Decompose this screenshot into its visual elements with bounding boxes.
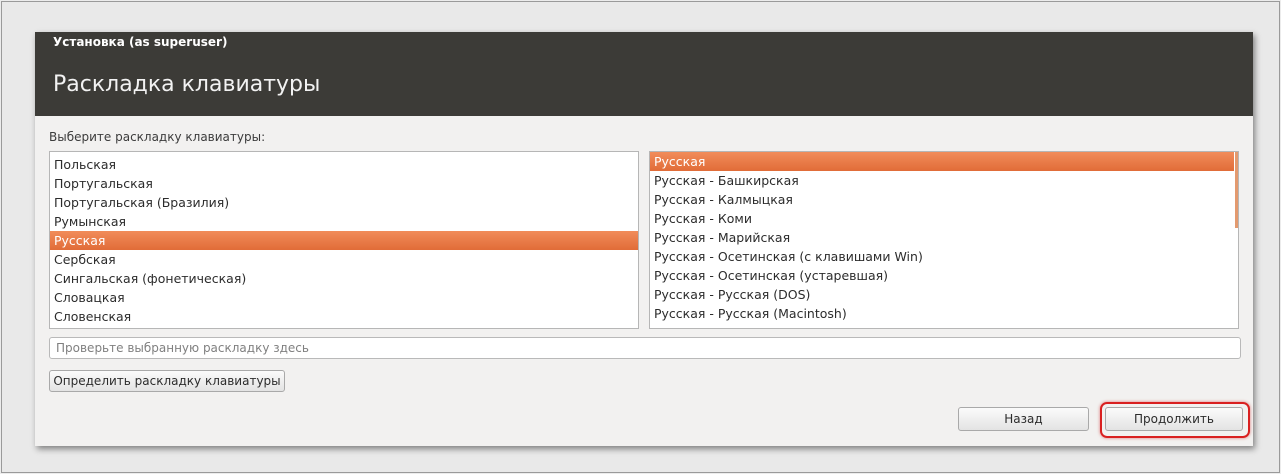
list-item[interactable]: Польская (50, 155, 638, 174)
list-item[interactable]: Русская - Осетинская (с клавишами Win) (650, 247, 1234, 266)
list-item[interactable]: Русская - Марийская (650, 228, 1234, 247)
list-item[interactable]: Румынская (50, 212, 638, 231)
list-item[interactable]: Русская - Осетинская (устаревшая) (650, 266, 1234, 285)
list-item[interactable]: Португальская (Бразилия) (50, 193, 638, 212)
list-item[interactable]: Словенская (50, 307, 638, 326)
list-item[interactable]: Русская - Калмыцкая (650, 190, 1234, 209)
window-header: Установка (as superuser) Раскладка клави… (35, 32, 1253, 116)
page-title: Раскладка клавиатуры (53, 72, 321, 97)
variant-list[interactable]: Русская Русская - Башкирская Русская - Кал… (649, 151, 1239, 329)
list-item-selected[interactable]: Русская (650, 152, 1234, 171)
variant-list-scrollbar[interactable] (1235, 152, 1238, 228)
list-item[interactable]: Сингальская (фонетическая) (50, 269, 638, 288)
list-item[interactable]: Русская - Башкирская (650, 171, 1234, 190)
detect-layout-button[interactable]: Определить раскладку клавиатуры (49, 370, 285, 392)
list-item[interactable]: Русская - Русская (Macintosh) (650, 304, 1234, 323)
list-item[interactable]: Русская - Русская (DOS) (650, 285, 1234, 304)
layout-list[interactable]: Польская Португальская Португальская (Браз… (49, 151, 639, 329)
continue-button[interactable]: Продолжить (1105, 407, 1243, 431)
installer-window: Установка (as superuser) Раскладка клави… (35, 32, 1253, 446)
screenshot-frame: Установка (as superuser) Раскладка клави… (1, 1, 1280, 473)
list-item-selected[interactable]: Русская (50, 231, 638, 250)
layout-test-input[interactable] (49, 337, 1241, 359)
list-item[interactable]: Сербская (50, 250, 638, 269)
list-item[interactable]: Русская - Коми (650, 209, 1234, 228)
list-item[interactable]: Португальская (50, 174, 638, 193)
back-button[interactable]: Назад (958, 407, 1089, 431)
window-title: Установка (as superuser) (53, 35, 228, 49)
list-item[interactable]: Словацкая (50, 288, 638, 307)
layout-prompt-label: Выберите раскладку клавиатуры: (49, 130, 266, 144)
